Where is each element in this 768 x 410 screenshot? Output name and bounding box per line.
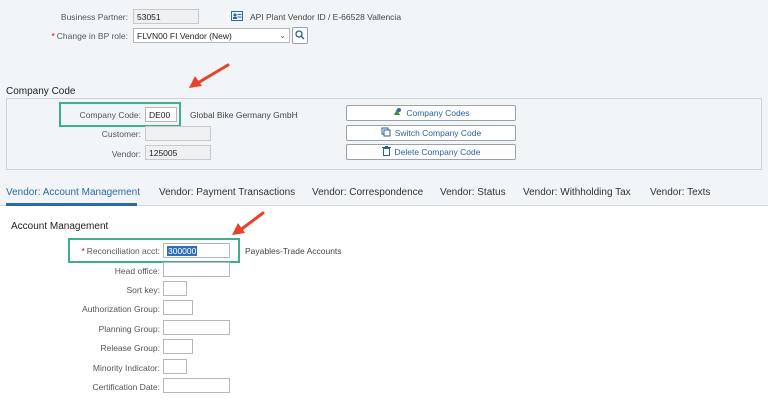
bp-role-select[interactable]: FLVN00 FI Vendor (New) ⌄ bbox=[133, 28, 290, 43]
bp-label: Business Partner: bbox=[60, 12, 128, 22]
trash-icon bbox=[381, 146, 391, 158]
customer-field[interactable] bbox=[145, 126, 211, 141]
minority-indicator-label: Minority Indicator: bbox=[92, 363, 160, 373]
company-codes-icon bbox=[392, 107, 402, 119]
tab-correspondence[interactable]: Vendor: Correspondence bbox=[312, 187, 423, 198]
chevron-down-icon: ⌄ bbox=[279, 30, 286, 40]
role-label: * Change in BP role: bbox=[51, 31, 128, 41]
authorization-group-field[interactable] bbox=[163, 300, 193, 315]
reconciliation-description: Payables-Trade Accounts bbox=[245, 246, 342, 256]
vendor-field[interactable]: 125005 bbox=[145, 145, 211, 160]
minority-indicator-field[interactable] bbox=[163, 359, 187, 374]
company-code-description: Global Bike Germany GmbH bbox=[190, 110, 298, 120]
delete-company-code-button[interactable]: Delete Company Code bbox=[346, 144, 516, 160]
tab-status[interactable]: Vendor: Status bbox=[440, 187, 506, 198]
role-search-button[interactable] bbox=[292, 27, 308, 44]
reconciliation-account-value: 300000 bbox=[167, 246, 198, 256]
sort-key-label: Sort key: bbox=[126, 285, 160, 295]
bp-role-value: FLVN00 FI Vendor (New) bbox=[137, 30, 232, 41]
switch-icon bbox=[381, 127, 391, 139]
switch-company-code-button[interactable]: Switch Company Code bbox=[346, 125, 516, 141]
customer-label: Customer: bbox=[101, 129, 141, 139]
annotation-arrow-icon bbox=[189, 63, 230, 88]
planning-group-label: Planning Group: bbox=[98, 324, 160, 334]
release-group-label: Release Group: bbox=[100, 343, 160, 353]
tab-texts[interactable]: Vendor: Texts bbox=[650, 187, 710, 198]
company-code-section-title: Company Code bbox=[6, 86, 76, 97]
planning-group-field[interactable] bbox=[163, 320, 230, 335]
company-codes-label: Company Codes bbox=[406, 108, 470, 118]
head-office-label: Head office: bbox=[114, 266, 160, 276]
account-management-title: Account Management bbox=[11, 221, 109, 232]
reconciliation-label: * Reconciliation acct: bbox=[81, 246, 160, 256]
reconciliation-account-field[interactable]: 300000 bbox=[163, 243, 230, 258]
certification-date-field[interactable] bbox=[163, 378, 230, 393]
bp-description: API Plant Vendor ID / E-66528 Vallencia bbox=[250, 12, 402, 22]
company-codes-button[interactable]: Company Codes bbox=[346, 105, 516, 121]
tab-payment-transactions[interactable]: Vendor: Payment Transactions bbox=[159, 187, 295, 198]
head-office-field[interactable] bbox=[163, 262, 230, 277]
company-code-field[interactable]: DE00 bbox=[145, 107, 177, 122]
sort-key-field[interactable] bbox=[163, 281, 187, 296]
magnifier-icon bbox=[295, 29, 305, 42]
delete-company-code-label: Delete Company Code bbox=[394, 147, 481, 157]
company-code-label: Company Code: bbox=[79, 110, 141, 120]
role-label-text: Change in BP role: bbox=[56, 31, 128, 41]
authorization-group-label: Authorization Group: bbox=[82, 304, 160, 314]
release-group-field[interactable] bbox=[163, 339, 193, 354]
switch-company-code-label: Switch Company Code bbox=[394, 128, 482, 138]
bp-number-field[interactable]: 53051 bbox=[133, 9, 199, 24]
business-partner-icon bbox=[231, 11, 243, 21]
reconciliation-label-text: Reconciliation acct: bbox=[86, 246, 160, 256]
tab-account-management[interactable]: Vendor: Account Management bbox=[6, 187, 140, 198]
vendor-label: Vendor: bbox=[111, 149, 141, 159]
annotation-arrow-icon bbox=[232, 211, 265, 235]
certification-date-label: Certification Date: bbox=[92, 382, 160, 392]
tab-withholding-tax[interactable]: Vendor: Withholding Tax bbox=[523, 187, 631, 198]
